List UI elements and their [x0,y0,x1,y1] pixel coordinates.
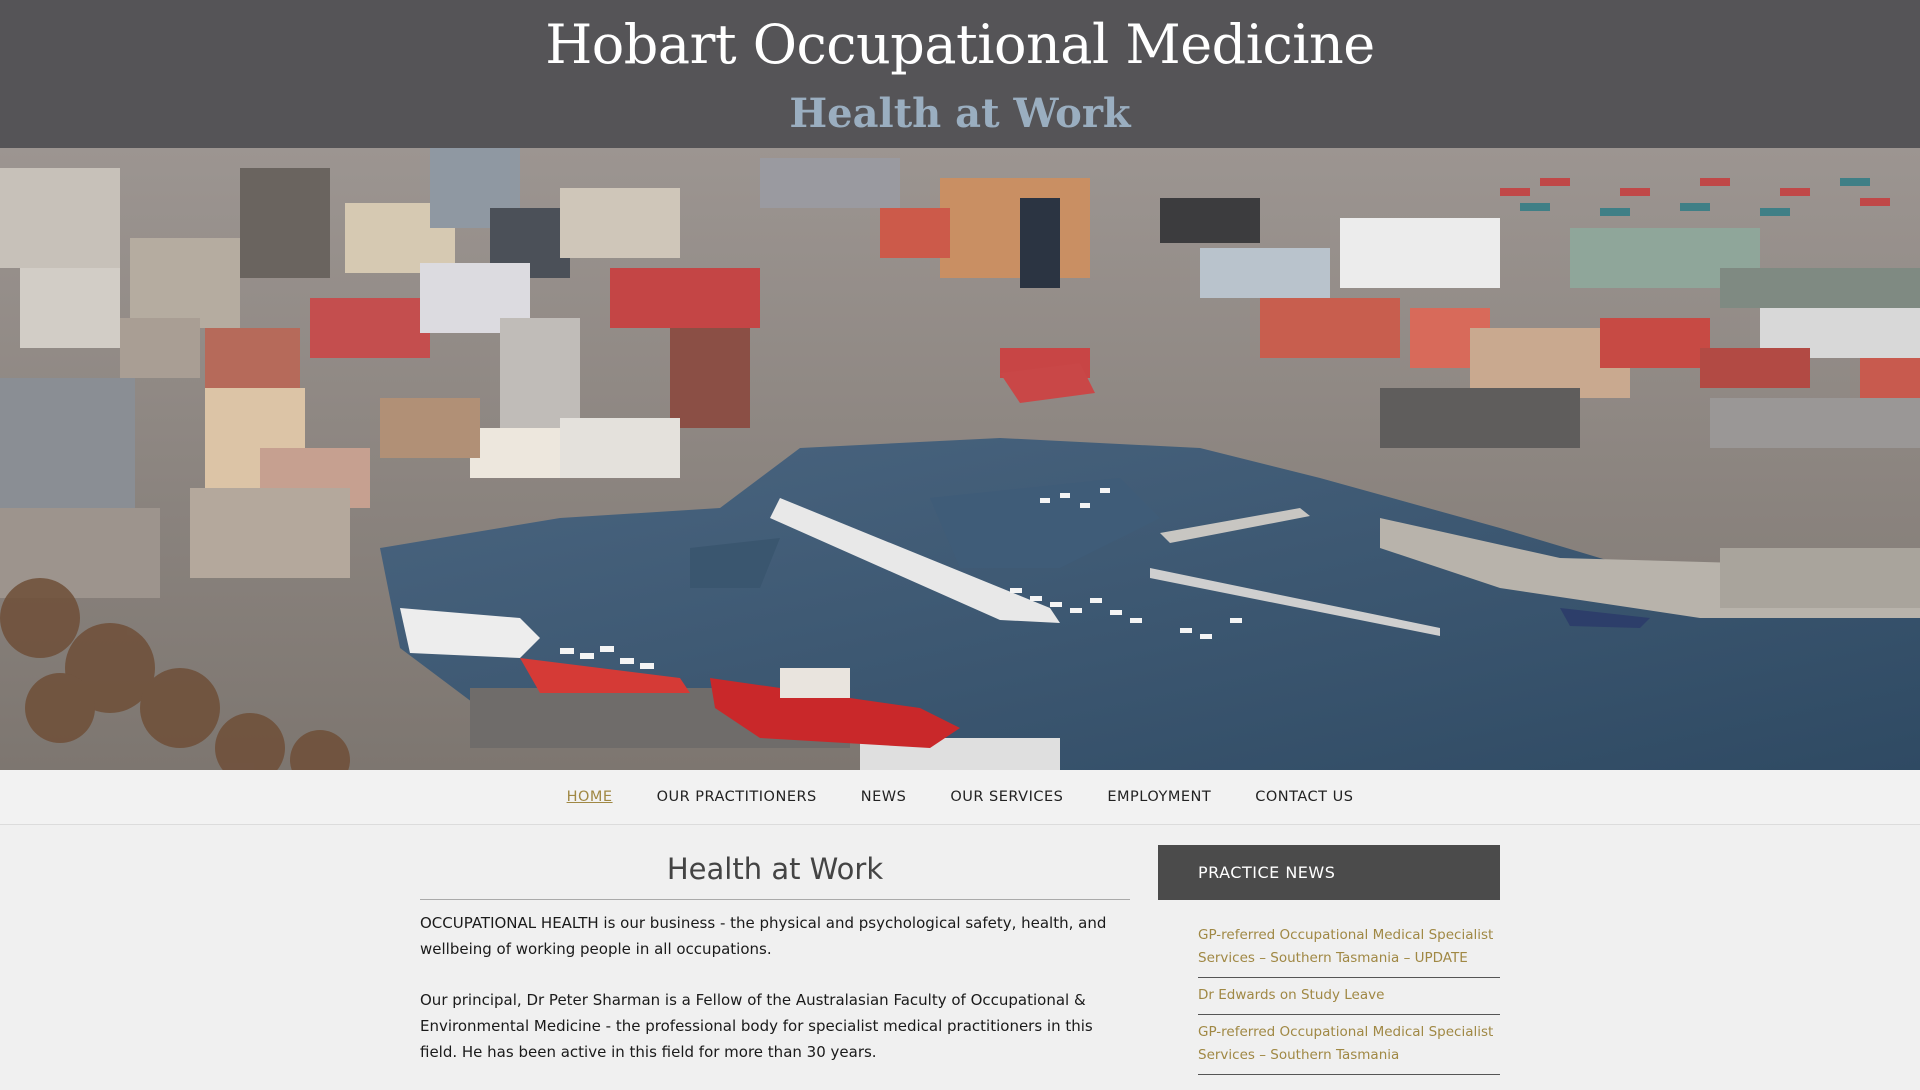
nav-item-news[interactable]: NEWS [861,789,907,805]
nav-item-our-services[interactable]: OUR SERVICES [950,789,1063,805]
page-title: Health at Work [420,845,1130,900]
main-navigation: HOME OUR PRACTITIONERS NEWS OUR SERVICES… [0,770,1920,825]
hero-image [0,148,1920,770]
main-content: Health at Work OCCUPATIONAL HEALTH is ou… [420,845,1130,1090]
practice-news-list: GP-referred Occupational Medical Special… [1198,918,1500,1075]
nav-item-our-practitioners[interactable]: OUR PRACTITIONERS [657,789,817,805]
site-tagline: Health at Work [789,90,1131,137]
sidebar: PRACTICE NEWS GP-referred Occupational M… [1158,845,1500,1075]
site-header: Hobart Occupational Medicine Health at W… [0,0,1920,148]
news-link-dr-edwards[interactable]: Dr Edwards on Study Leave [1198,987,1384,1003]
list-item: Dr Edwards on Study Leave [1198,978,1500,1015]
harbour-photo [0,148,1920,770]
nav-item-employment[interactable]: EMPLOYMENT [1107,789,1211,805]
news-link-gp-referred[interactable]: GP-referred Occupational Medical Special… [1198,1024,1493,1063]
list-item: GP-referred Occupational Medical Special… [1198,1015,1500,1075]
news-link-gp-referred-update[interactable]: GP-referred Occupational Medical Special… [1198,927,1493,966]
intro-paragraph: OCCUPATIONAL HEALTH is our business - th… [420,914,1107,958]
principal-paragraph: Our principal, Dr Peter Sharman is a Fel… [420,991,1093,1061]
practice-news-heading: PRACTICE NEWS [1158,845,1500,900]
nav-item-contact-us[interactable]: CONTACT US [1255,789,1353,805]
site-title[interactable]: Hobart Occupational Medicine [0,10,1920,80]
nav-item-home[interactable]: HOME [567,789,613,805]
list-item: GP-referred Occupational Medical Special… [1198,918,1500,978]
